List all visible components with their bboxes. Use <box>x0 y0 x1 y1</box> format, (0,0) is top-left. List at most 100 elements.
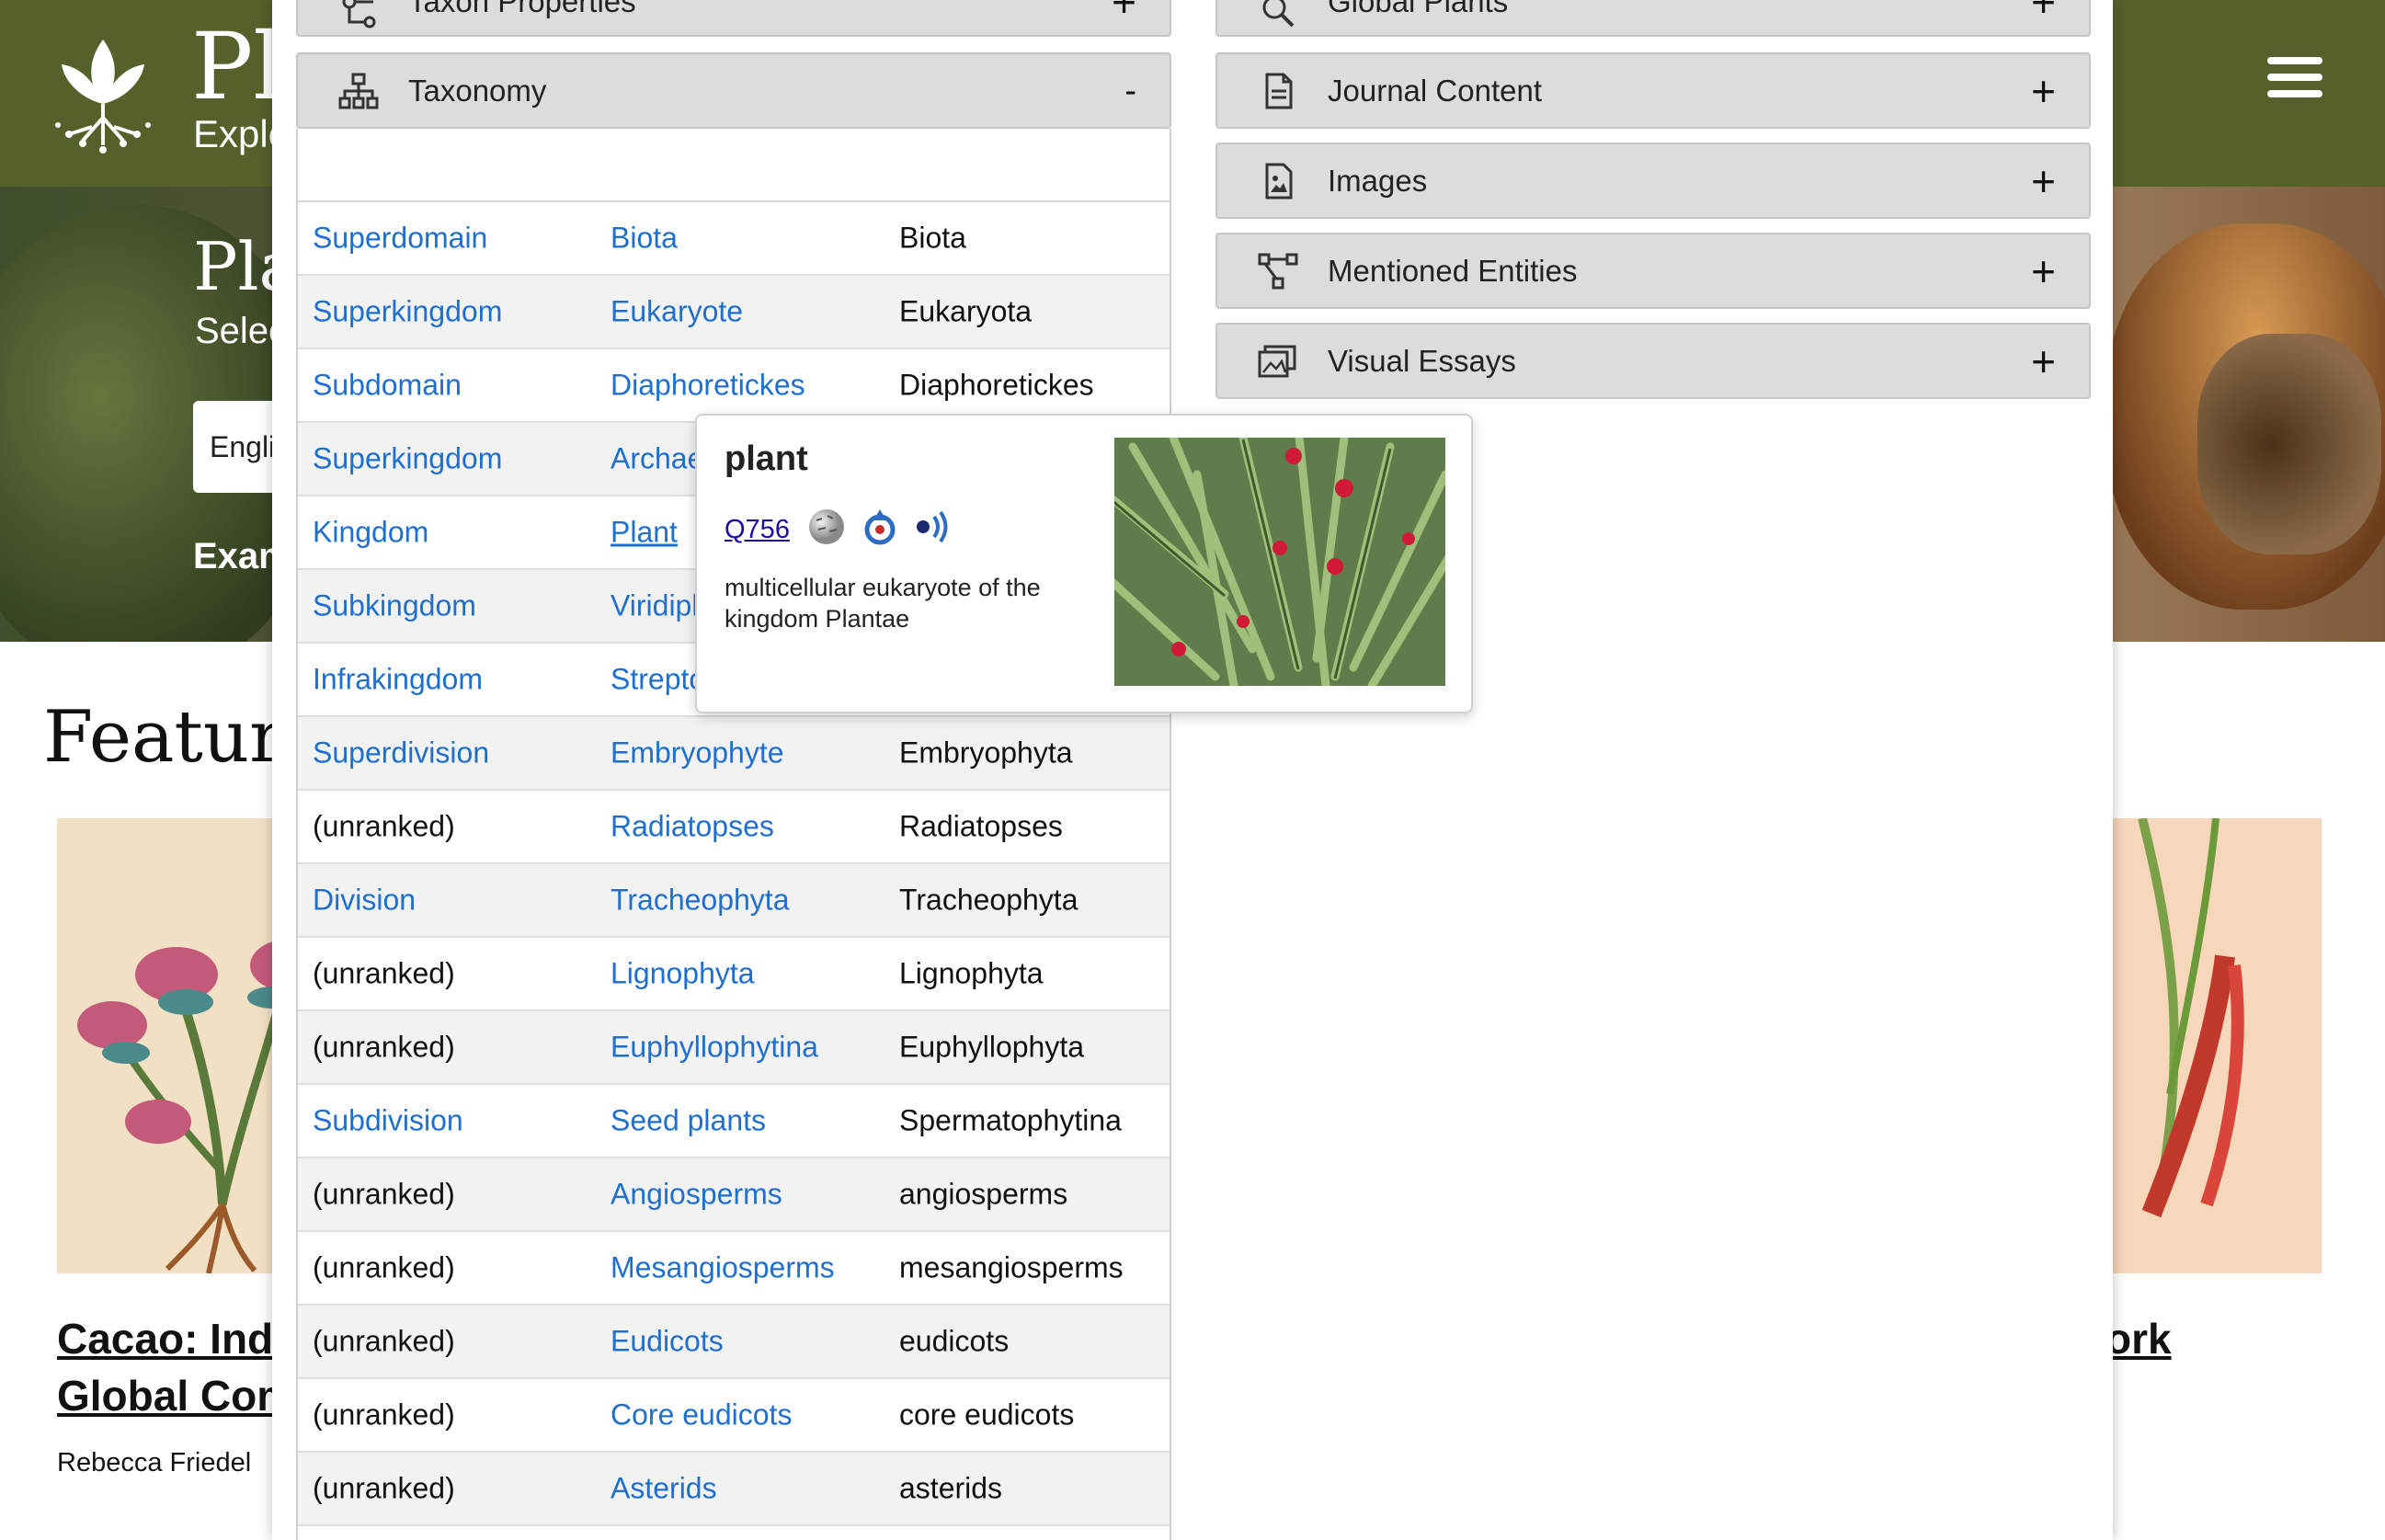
menu-icon[interactable] <box>2267 57 2322 97</box>
accordion-label: Taxon Properties <box>408 0 636 18</box>
taxon-name-link[interactable]: Lignophyta <box>611 957 755 991</box>
taxon-name-link[interactable]: Angiosperms <box>611 1178 782 1212</box>
taxon-scientific-name: angiosperms <box>899 1177 1068 1211</box>
accordion-label: Global Plants <box>1328 0 1509 18</box>
taxonomy-row: (unranked) Core eudicots core eudicots <box>298 1379 1170 1453</box>
gallery-icon <box>1258 345 1296 377</box>
card-title-line[interactable]: Cacao: Indi <box>57 1310 294 1367</box>
taxon-name-link[interactable]: Mesangiosperms <box>611 1251 835 1285</box>
taxonomy-row: Division Tracheophyta Tracheophyta <box>298 864 1170 938</box>
wikidata-id-link[interactable]: Q756 <box>725 515 790 545</box>
card-title-line[interactable]: Global Com <box>57 1367 294 1424</box>
taxonomy-row: Superkingdom Eukaryote Eukaryota <box>298 276 1170 349</box>
site-title[interactable]: Pl <box>191 13 282 120</box>
taxon-scientific-name: Lignophyta <box>899 956 1044 990</box>
taxonomy-row: (unranked) Asterids asterids <box>298 1453 1170 1526</box>
taxon-scientific-name: Euphyllophyta <box>899 1030 1085 1064</box>
accordion-mentioned-entities[interactable]: Mentioned Entities + <box>1215 233 2091 309</box>
taxon-rank[interactable]: Superdivision <box>313 736 489 770</box>
taxon-name-link[interactable]: Eudicots <box>611 1325 724 1359</box>
taxonomy-row: (unranked) Eudicots eudicots <box>298 1306 1170 1379</box>
taxon-name-link[interactable]: Core eudicots <box>611 1398 792 1432</box>
taxon-rank[interactable]: Infrakingdom <box>313 663 483 697</box>
taxon-rank[interactable]: Kingdom <box>313 516 428 550</box>
taxon-scientific-name: core eudicots <box>899 1397 1075 1432</box>
expand-icon[interactable]: + <box>1112 0 1136 23</box>
popover-title: plant <box>725 439 808 478</box>
hierarchy-icon <box>338 73 379 108</box>
taxonomy-table: Superdomain Biota Biota Superkingdom Eukaryo… <box>296 129 1171 1540</box>
taxon-rank: (unranked) <box>313 809 455 843</box>
taxon-rank: (unranked) <box>313 1250 455 1284</box>
taxonomy-row: Subdomain Diaphoretickes Diaphoretickes <box>298 349 1170 423</box>
taxon-rank[interactable]: Subdomain <box>313 369 462 403</box>
taxon-rank[interactable]: Superkingdom <box>313 295 502 329</box>
wikipedia-icon[interactable] <box>807 508 846 546</box>
accordion-global-plants[interactable]: Global Plants + <box>1215 0 2091 37</box>
accordion-label: Visual Essays <box>1328 343 1516 378</box>
taxon-scientific-name: Embryophyta <box>899 736 1073 770</box>
taxon-name-link[interactable]: Embryophyte <box>611 736 784 770</box>
taxon-rank[interactable]: Superdomain <box>313 222 487 256</box>
taxon-scientific-name: Eukaryota <box>899 294 1033 328</box>
taxon-rank[interactable]: Superkingdom <box>313 442 502 476</box>
collapse-icon[interactable]: - <box>1124 74 1136 108</box>
expand-icon[interactable]: + <box>2031 340 2056 382</box>
taxon-name-link[interactable]: Radiatopses <box>611 810 774 844</box>
expand-icon[interactable]: + <box>2031 160 2056 202</box>
featured-card-image[interactable] <box>2105 818 2322 1273</box>
taxon-scientific-name: mesangiosperms <box>899 1250 1124 1284</box>
taxonomy-row: (unranked) Angiosperms angiosperms <box>298 1158 1170 1232</box>
accordion-journal-content[interactable]: Journal Content + <box>1215 52 2091 129</box>
taxon-rank: (unranked) <box>313 1324 455 1358</box>
logo-icon[interactable] <box>41 26 165 159</box>
wikimedia-commons-icon[interactable] <box>861 508 899 546</box>
expand-icon[interactable]: + <box>2031 0 2056 23</box>
taxon-scientific-name: eudicots <box>899 1324 1010 1358</box>
taxonomy-row: (unranked) Euphyllophytina Euphyllophyta <box>298 1011 1170 1085</box>
featured-card-title[interactable]: ork <box>2105 1310 2172 1367</box>
taxon-scientific-name: Radiatopses <box>899 809 1063 843</box>
image-file-icon <box>1265 163 1293 199</box>
taxon-rank: (unranked) <box>313 1471 455 1505</box>
taxonomy-row: (unranked) Mesangiosperms mesangiosperms <box>298 1232 1170 1306</box>
taxon-name-link[interactable]: Tracheophyta <box>611 884 789 918</box>
taxon-rank: (unranked) <box>313 956 455 990</box>
taxonomy-row: (unranked) Radiatopses Radiatopses <box>298 791 1170 864</box>
expand-icon[interactable]: + <box>2031 70 2056 112</box>
card-author: Rebecca Friedel <box>57 1448 252 1477</box>
popover-description: multicellular eukaryote of the kingdom P… <box>725 574 1041 633</box>
taxonomy-row: Superdivision Embryophyte Embryophyta <box>298 717 1170 791</box>
taxon-name-link[interactable]: Asterids <box>611 1472 717 1506</box>
taxon-name-link[interactable]: Plant <box>611 516 678 550</box>
accordion-images[interactable]: Images + <box>1215 143 2091 219</box>
featured-card-title[interactable]: Cacao: Indi Global Com <box>57 1310 294 1424</box>
accordion-visual-essays[interactable]: Visual Essays + <box>1215 323 2091 399</box>
expand-icon[interactable]: + <box>2031 250 2056 292</box>
audio-icon[interactable] <box>914 508 953 546</box>
properties-icon <box>342 0 376 29</box>
accordion-label: Mentioned Entities <box>1328 253 1578 288</box>
taxonomy-row: (unranked) Lignophyta Lignophyta <box>298 938 1170 1011</box>
taxon-rank: (unranked) <box>313 1177 455 1211</box>
taxon-name-link[interactable]: Eukaryote <box>611 295 743 329</box>
document-icon <box>1265 73 1293 108</box>
accordion-label: Images <box>1328 163 1428 198</box>
taxon-name-link[interactable]: Seed plants <box>611 1104 766 1138</box>
accordion-taxon-properties[interactable]: Taxon Properties + <box>296 0 1171 37</box>
popover-image <box>1114 438 1445 686</box>
taxon-name-link[interactable]: Biota <box>611 222 678 256</box>
accordion-label: Journal Content <box>1328 73 1542 108</box>
taxon-rank[interactable]: Subdivision <box>313 1104 463 1138</box>
accordion-taxonomy[interactable]: Taxonomy - <box>296 52 1171 129</box>
taxon-scientific-name: Tracheophyta <box>899 883 1078 917</box>
taxon-rank: (unranked) <box>313 1030 455 1064</box>
taxon-rank[interactable]: Subkingdom <box>313 589 476 623</box>
taxon-name-link[interactable]: Euphyllophytina <box>611 1031 818 1065</box>
taxon-rank: (unranked) <box>313 1397 455 1432</box>
taxon-scientific-name: Diaphoretickes <box>899 368 1094 402</box>
taxon-rank[interactable]: Division <box>313 884 416 918</box>
taxon-name-link[interactable]: Diaphoretickes <box>611 369 805 403</box>
taxonomy-row: Subdivision Seed plants Spermatophytina <box>298 1085 1170 1158</box>
taxon-scientific-name: Spermatophytina <box>899 1103 1122 1137</box>
